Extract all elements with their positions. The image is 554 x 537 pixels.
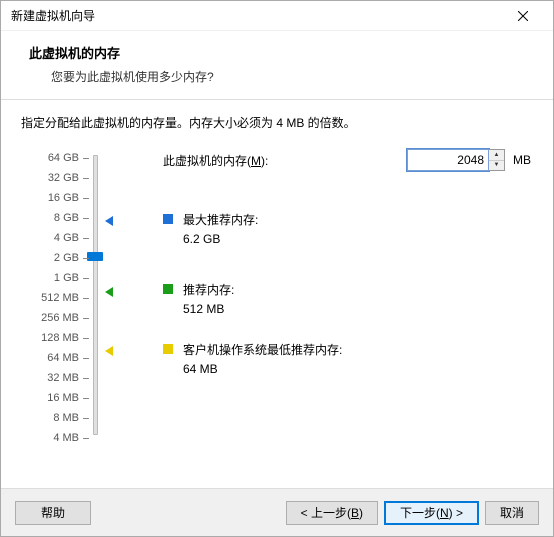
- scale-tick: 256 MB: [41, 311, 89, 325]
- memory-input-row: 此虚拟机的内存(M): ▲ ▼ MB: [163, 149, 533, 171]
- scale-label: 1 GB: [54, 272, 79, 284]
- scale-tick: 4 GB: [54, 231, 89, 245]
- header-subtitle: 您要为此虚拟机使用多少内存?: [23, 68, 531, 85]
- rec-min-value: 64 MB: [183, 360, 342, 379]
- scale-tick: 8 MB: [53, 411, 89, 425]
- scale-tick: 8 GB: [54, 211, 89, 225]
- scale-tick: 512 MB: [41, 291, 89, 305]
- instruction-text: 指定分配给此虚拟机的内存量。内存大小必须为 4 MB 的倍数。: [21, 114, 533, 131]
- spin-up-icon[interactable]: ▲: [489, 150, 504, 161]
- slider-thumb[interactable]: [87, 252, 103, 261]
- help-button[interactable]: 帮助: [15, 501, 91, 525]
- scale-tick: 64 MB: [47, 351, 89, 365]
- back-button[interactable]: < 上一步(B): [286, 501, 378, 525]
- rec-min-label: 客户机操作系统最低推荐内存:: [183, 341, 342, 360]
- scale-label: 512 MB: [41, 292, 79, 304]
- swatch-max: [163, 214, 173, 224]
- scale-label: 4 MB: [53, 432, 79, 444]
- scale-label: 128 MB: [41, 332, 79, 344]
- wizard-header: 此虚拟机的内存 您要为此虚拟机使用多少内存?: [1, 31, 553, 99]
- scale-label: 64 MB: [47, 352, 79, 364]
- titlebar: 新建虚拟机向导: [1, 1, 553, 31]
- memory-unit: MB: [513, 153, 531, 167]
- wizard-body: 指定分配给此虚拟机的内存量。内存大小必须为 4 MB 的倍数。 64 GB 32 …: [1, 100, 553, 500]
- rec-max-value: 6.2 GB: [183, 230, 258, 249]
- scale-tick: 2 GB: [54, 251, 89, 265]
- scale-tick: 1 GB: [54, 271, 89, 285]
- swatch-rec: [163, 284, 173, 294]
- scale-tick: 32 GB: [48, 171, 89, 185]
- rec-max-label: 最大推荐内存:: [183, 211, 258, 230]
- scale-label: 8 MB: [53, 412, 79, 424]
- swatch-min: [163, 344, 173, 354]
- rec-max: 最大推荐内存: 6.2 GB: [163, 211, 258, 249]
- header-title: 此虚拟机的内存: [23, 43, 531, 62]
- scale-label: 16 MB: [47, 392, 79, 404]
- rec-value: 512 MB: [183, 300, 234, 319]
- wizard-footer: 帮助 < 上一步(B) 下一步(N) > 取消: [1, 488, 553, 536]
- memory-label: 此虚拟机的内存(M):: [163, 152, 268, 169]
- memory-input[interactable]: [407, 149, 489, 171]
- memory-spinner[interactable]: ▲ ▼: [489, 149, 505, 171]
- slider-track: [93, 155, 98, 435]
- scale-label: 16 GB: [48, 192, 79, 204]
- window-title: 新建虚拟机向导: [11, 7, 503, 24]
- close-icon: [518, 11, 528, 21]
- memory-area: 64 GB 32 GB 16 GB 8 GB 4 GB 2 GB 1 GB 512 MB 256…: [21, 149, 533, 449]
- scale-label: 64 GB: [48, 152, 79, 164]
- scale-label: 32 GB: [48, 172, 79, 184]
- close-button[interactable]: [503, 2, 543, 30]
- scale-tick: 128 MB: [41, 331, 89, 345]
- scale-tick: 16 GB: [48, 191, 89, 205]
- rec-label: 推荐内存:: [183, 281, 234, 300]
- spin-down-icon[interactable]: ▼: [489, 161, 504, 171]
- memory-input-wrap: ▲ ▼ MB: [407, 149, 531, 171]
- scale-tick: 64 GB: [48, 151, 89, 165]
- memory-slider[interactable]: 64 GB 32 GB 16 GB 8 GB 4 GB 2 GB 1 GB 512 MB 256…: [21, 149, 109, 449]
- scale-label: 256 MB: [41, 312, 79, 324]
- scale-tick: 32 MB: [47, 371, 89, 385]
- scale-label: 8 GB: [54, 212, 79, 224]
- scale-label: 2 GB: [54, 252, 79, 264]
- rec-min: 客户机操作系统最低推荐内存: 64 MB: [163, 341, 342, 379]
- scale-tick: 16 MB: [47, 391, 89, 405]
- wizard-window: 新建虚拟机向导 此虚拟机的内存 您要为此虚拟机使用多少内存? 指定分配给此虚拟机…: [0, 0, 554, 537]
- scale-label: 32 MB: [47, 372, 79, 384]
- scale-tick: 4 MB: [53, 431, 89, 445]
- scale-label: 4 GB: [54, 232, 79, 244]
- next-button[interactable]: 下一步(N) >: [384, 501, 479, 525]
- cancel-button[interactable]: 取消: [485, 501, 539, 525]
- memory-details: 此虚拟机的内存(M): ▲ ▼ MB 最大推荐内存:: [109, 149, 533, 449]
- rec-recommended: 推荐内存: 512 MB: [163, 281, 234, 319]
